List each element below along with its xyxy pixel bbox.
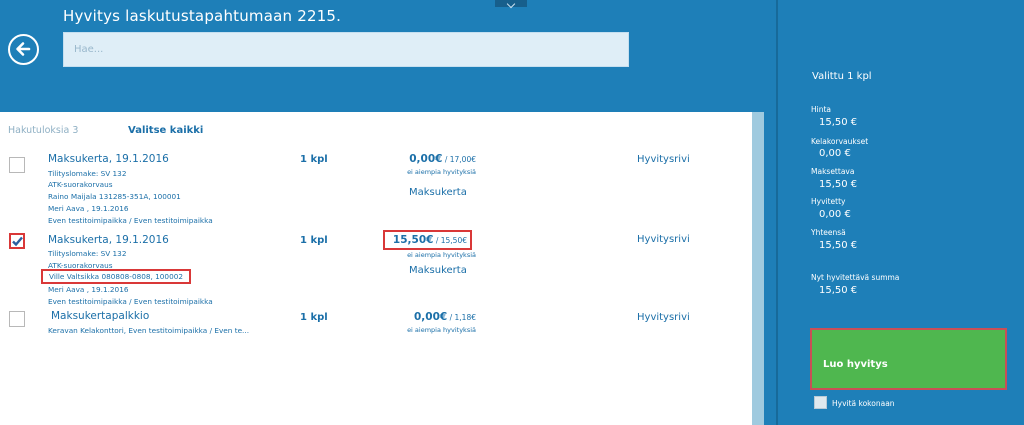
chevron-down-icon[interactable] (495, 0, 527, 7)
row-checkbox[interactable] (9, 233, 25, 249)
item-price: 0,00€ / 1,18€ (384, 311, 476, 323)
item-detail: ATK-suorakorvaus (48, 180, 113, 189)
credited-label: Hyvitetty (811, 197, 846, 206)
item-detail: Raino Maijala 131285-351A, 100001 (48, 192, 181, 201)
item-title: Maksukerta, 19.1.2016 (48, 153, 169, 165)
price-note: ei aiempia hyvityksiä (407, 168, 476, 176)
total-label: Yhteensä (811, 228, 846, 237)
results-count: Hakutuloksia 3 (8, 125, 79, 136)
item-detail: Tilityslomake: SV 132 (48, 249, 127, 258)
price-label: Hinta (811, 105, 832, 114)
create-credit-button[interactable]: Luo hyvitys (810, 328, 1007, 390)
select-all-button[interactable]: Valitse kaikki (128, 125, 203, 136)
item-detail: Even testitoimipaikka / Even testitoimip… (48, 297, 213, 306)
item-detail: Keravan Kelakonttori, Even testitoimipai… (48, 326, 250, 335)
panel-gutter (764, 112, 776, 425)
full-credit-checkbox[interactable] (814, 396, 827, 409)
price-value: 15,50 € (819, 117, 858, 128)
price-original: 15,50€ (440, 236, 467, 245)
full-credit-label: Hyvitä kokonaan (832, 399, 895, 408)
scrollbar[interactable] (752, 112, 764, 425)
item-detail: Tilityslomake: SV 132 (48, 169, 127, 178)
payable-label: Maksettava (811, 167, 855, 176)
back-button[interactable] (8, 34, 39, 65)
reimbursement-value: 0,00 € (819, 148, 851, 159)
price-separator: / (447, 313, 455, 322)
selected-count: Valittu 1 kpl (812, 71, 872, 82)
item-quantity: 1 kpl (300, 154, 328, 165)
credit-row-link[interactable]: Hyvitysrivi (637, 154, 690, 165)
page-title: Hyvitys laskutustapahtumaan 2215. (63, 7, 342, 25)
search-input[interactable] (63, 32, 629, 67)
item-price: 0,00€ / 17,00€ (384, 153, 476, 165)
price-note: ei aiempia hyvityksiä (407, 251, 476, 259)
payable-value: 15,50 € (819, 179, 858, 190)
row-checkbox[interactable] (9, 157, 25, 173)
price-current: 0,00€ (414, 311, 448, 323)
credit-row-link[interactable]: Hyvitysrivi (637, 312, 690, 323)
item-price-highlighted: 15,50€ / 15,50€ (383, 230, 472, 250)
header-bar: Hyvitys laskutustapahtumaan 2215. (0, 0, 778, 112)
results-panel: Hakutuloksia 3 Valitse kaikki Maksukerta… (0, 112, 752, 425)
item-type-link[interactable]: Maksukerta (409, 265, 467, 276)
checkmark-icon (12, 236, 23, 247)
price-current: 0,00€ (409, 153, 443, 165)
price-note: ei aiempia hyvityksiä (407, 326, 476, 334)
price-original: 1,18€ (454, 313, 476, 322)
item-quantity: 1 kpl (300, 312, 328, 323)
credit-now-label: Nyt hyvitettävä summa (811, 273, 900, 282)
total-value: 15,50 € (819, 240, 858, 251)
item-detail-highlighted: Ville Valtsikka 080808-0808, 100002 (41, 269, 192, 284)
reimbursement-label: Kelakorvaukset (811, 137, 869, 146)
back-arrow-icon (16, 42, 31, 56)
item-type-link[interactable]: Maksukerta (409, 187, 467, 198)
price-current: 15,50€ (392, 234, 434, 246)
item-title: Maksukerta, 19.1.2016 (48, 234, 169, 246)
item-detail: Even testitoimipaikka / Even testitoimip… (48, 216, 213, 225)
panel-divider (776, 0, 778, 425)
item-detail: Meri Aava , 19.1.2016 (48, 285, 129, 294)
row-checkbox[interactable] (9, 311, 25, 327)
price-original: 17,00€ (449, 155, 476, 164)
item-title: Maksukertapalkkio (51, 310, 150, 322)
price-separator: / (442, 155, 450, 164)
price-separator: / (433, 236, 441, 245)
item-quantity: 1 kpl (300, 235, 328, 246)
credited-value: 0,00 € (819, 209, 851, 220)
credit-row-link[interactable]: Hyvitysrivi (637, 234, 690, 245)
item-detail: Meri Aava , 19.1.2016 (48, 204, 129, 213)
credit-now-value: 15,50 € (819, 285, 858, 296)
